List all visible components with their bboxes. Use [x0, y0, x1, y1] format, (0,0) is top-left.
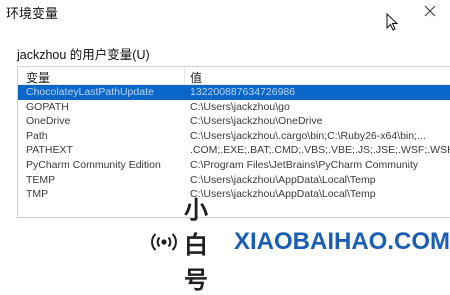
user-variables-group-label: jackzhou 的用户变量(U) [17, 48, 150, 62]
variable-value: 132200887634726986 [190, 86, 296, 98]
table-row[interactable]: Path C:\Users\jackzhou\.cargo\bin;C:\Rub… [18, 129, 450, 144]
variable-name: PATHEXT [26, 144, 73, 157]
user-variables-list[interactable]: 变量 值 ChocolateyLastPathUpdate 1322008876… [17, 66, 450, 218]
variable-value: C:\Users\jackzhou\.cargo\bin;C:\Ruby26-x… [190, 129, 426, 142]
variable-value: .COM;.EXE;.BAT;.CMD;.VBS;.VBE;.JS;.JSE;.… [190, 144, 450, 157]
variable-value: C:\Users\jackzhou\AppData\Local\Temp [190, 173, 376, 186]
variable-name: TMP [26, 188, 49, 201]
variable-name: PyCharm Community Edition [26, 158, 161, 171]
watermark: 小白号 XIAOBAIHAO.COM [150, 196, 450, 294]
close-icon [424, 5, 436, 17]
close-button[interactable] [410, 0, 450, 22]
variable-value: C:\Users\jackzhou\go [190, 100, 290, 113]
column-header-variable[interactable]: 变量 [26, 69, 50, 86]
list-rows: ChocolateyLastPathUpdate 132200887634726… [18, 85, 450, 202]
table-row[interactable]: TMP C:\Users\jackzhou\AppData\Local\Temp [18, 187, 450, 202]
variable-value: C:\Program Files\JetBrains\PyCharm Commu… [190, 158, 419, 171]
watermark-brand-cn: 小白号 [184, 195, 210, 294]
table-row[interactable]: OneDrive C:\Users\jackzhou\OneDrive [18, 114, 450, 129]
title-bar: 环境变量 [0, 0, 450, 22]
column-divider[interactable] [184, 67, 185, 84]
mouse-cursor-icon [386, 13, 398, 31]
variable-value: C:\Users\jackzhou\OneDrive [190, 115, 323, 128]
list-header: 变量 值 [18, 67, 450, 85]
broadcast-icon [150, 230, 178, 254]
table-row[interactable]: GOPATH C:\Users\jackzhou\go [18, 100, 450, 115]
variable-value: C:\Users\jackzhou\AppData\Local\Temp [190, 188, 376, 201]
variable-name: Path [26, 129, 48, 142]
watermark-brand-en: XIAOBAIHAO.COM [234, 228, 450, 255]
variable-name: ChocolateyLastPathUpdate [26, 86, 154, 98]
table-row[interactable]: TEMP C:\Users\jackzhou\AppData\Local\Tem… [18, 173, 450, 188]
variable-name: TEMP [26, 173, 56, 186]
variable-name: GOPATH [26, 100, 69, 113]
column-header-value[interactable]: 值 [190, 69, 202, 86]
table-row[interactable]: PyCharm Community Edition C:\Program Fil… [18, 158, 450, 173]
table-row[interactable]: PATHEXT .COM;.EXE;.BAT;.CMD;.VBS;.VBE;.J… [18, 143, 450, 158]
table-row[interactable]: ChocolateyLastPathUpdate 132200887634726… [18, 85, 450, 100]
variable-name: OneDrive [26, 115, 71, 128]
window-title: 环境变量 [6, 6, 59, 21]
